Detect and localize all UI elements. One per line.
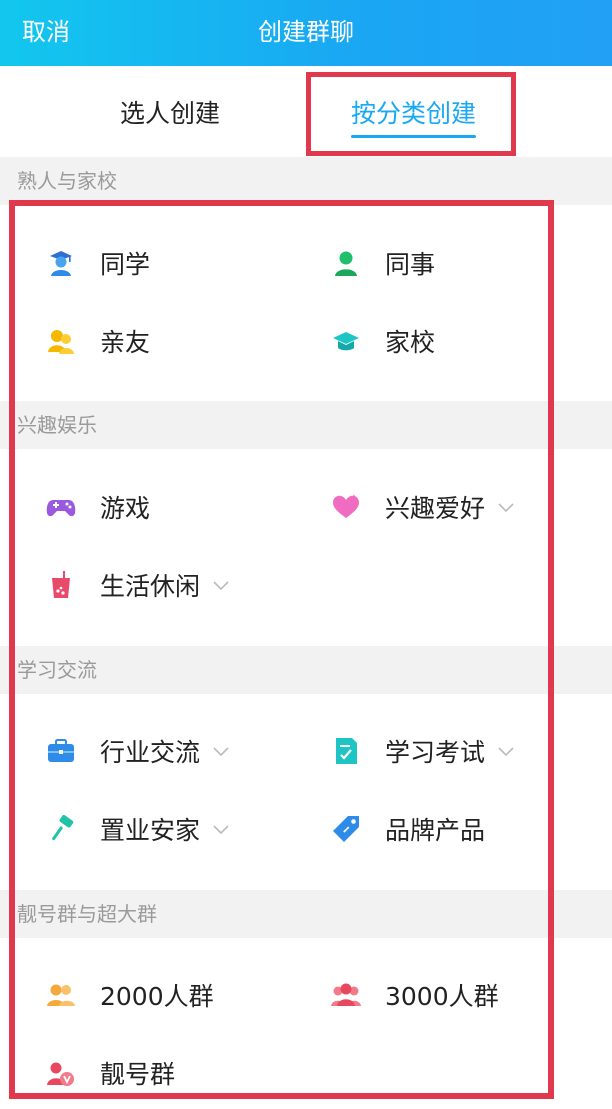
group-3000-icon xyxy=(331,980,361,1010)
section-header-pretty-large-groups: 靓号群与超大群 xyxy=(0,890,612,938)
category-item-2000-member-group[interactable]: 2000人群 xyxy=(46,970,214,1020)
chevron-down-icon[interactable] xyxy=(497,745,515,757)
chevron-down-icon[interactable] xyxy=(212,745,230,757)
chevron-down-icon[interactable] xyxy=(497,501,515,513)
tab-select-people[interactable]: 选人创建 xyxy=(120,94,220,130)
category-item-home-school[interactable]: 家校 xyxy=(331,316,435,366)
chevron-down-icon[interactable] xyxy=(212,579,230,591)
chevron-down-icon[interactable] xyxy=(212,823,230,835)
category-item-industry-exchange[interactable]: 行业交流 xyxy=(46,726,230,776)
tab-highlight-box xyxy=(306,72,516,156)
category-item-leisure[interactable]: 生活休闲 xyxy=(46,560,230,610)
exam-paper-icon xyxy=(331,736,361,766)
category-item-home-buying[interactable]: 置业安家 xyxy=(46,804,230,854)
price-tag-icon xyxy=(331,814,361,844)
category-item-study-exam[interactable]: 学习考试 xyxy=(331,726,515,776)
friends-icon xyxy=(46,326,76,356)
category-item-classmates[interactable]: 同学 xyxy=(46,238,150,288)
graduate-student-icon xyxy=(46,248,76,278)
category-item-3000-member-group[interactable]: 3000人群 xyxy=(331,970,499,1020)
category-item-friends-family[interactable]: 亲友 xyxy=(46,316,150,366)
section-header-entertainment: 兴趣娱乐 xyxy=(0,401,612,449)
section-header-study-exchange: 学习交流 xyxy=(0,646,612,694)
section-header-acquaintance: 熟人与家校 xyxy=(0,157,612,205)
paint-roller-icon xyxy=(46,814,76,844)
heart-icon xyxy=(331,492,361,522)
group-2000-icon xyxy=(46,980,76,1010)
colleague-person-icon xyxy=(331,248,361,278)
category-item-pretty-number-group[interactable]: 靓号群 xyxy=(46,1048,175,1098)
category-item-hobbies[interactable]: 兴趣爱好 xyxy=(331,482,515,532)
pretty-number-group-icon xyxy=(46,1058,76,1088)
drink-cup-icon xyxy=(46,570,76,600)
app-header: 取消 创建群聊 xyxy=(0,0,612,66)
category-item-colleagues[interactable]: 同事 xyxy=(331,238,435,288)
category-item-games[interactable]: 游戏 xyxy=(46,482,150,532)
mortarboard-icon xyxy=(331,326,361,356)
page-title: 创建群聊 xyxy=(258,18,354,46)
gamepad-icon xyxy=(46,492,76,522)
category-item-brand-products[interactable]: 品牌产品 xyxy=(331,804,485,854)
briefcase-icon xyxy=(46,736,76,766)
